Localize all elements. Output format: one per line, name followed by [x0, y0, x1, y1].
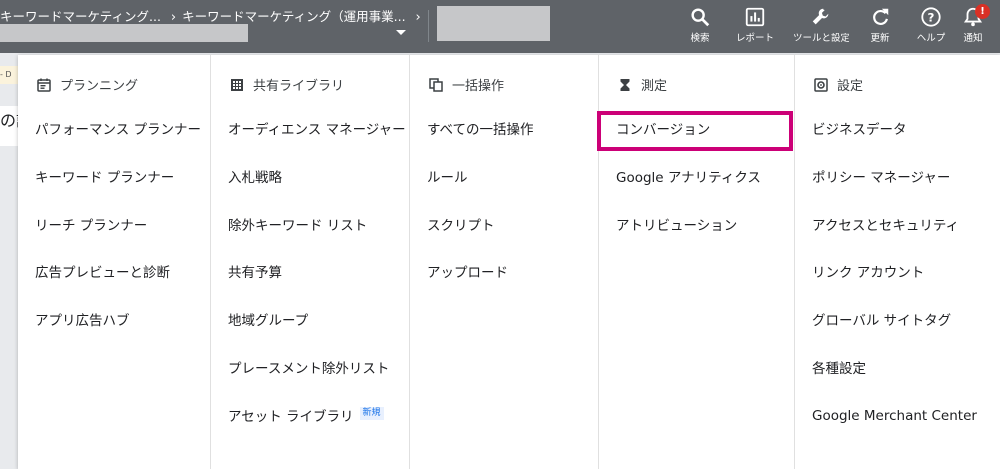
copy-icon: [429, 77, 443, 92]
calendar-icon: [37, 78, 51, 92]
reports-label: レポート: [735, 33, 774, 44]
refresh-label: 更新: [870, 33, 890, 44]
column-title: 設定: [837, 79, 864, 94]
notifications-label: 通知: [963, 33, 983, 44]
redacted-block: [437, 6, 550, 41]
column-title: プランニング: [60, 79, 139, 94]
top-bar: キーワードマーケティング... › キーワードマーケティング（運用事業... › 検索…: [0, 0, 1000, 53]
column-heading-shared-library: 共有ライブラリ: [229, 75, 344, 94]
menu-item-asset-library[interactable]: アセット ライブラリ 新規: [228, 407, 384, 426]
chevron-right-icon: ›: [415, 10, 421, 25]
menu-column-planning: プランニング パフォーマンス プランナー キーワード プランナー リーチ プラン…: [18, 55, 211, 469]
menu-item-preferences[interactable]: 各種設定: [812, 360, 866, 378]
menu-item-rules[interactable]: ルール: [427, 169, 468, 187]
grid-icon: [231, 78, 243, 91]
menu-item-location-groups[interactable]: 地域グループ: [228, 312, 308, 330]
menu-item-business-data[interactable]: ビジネスデータ: [812, 121, 907, 139]
menu-item-scripts[interactable]: スクリプト: [427, 217, 495, 235]
column-title: 共有ライブラリ: [253, 79, 345, 94]
column-heading-settings: 設定: [813, 75, 863, 94]
menu-column-settings: 設定 ビジネスデータ ポリシー マネージャー アクセスとセキュリティ リンク ア…: [795, 55, 1000, 469]
chevron-right-icon: ›: [170, 10, 177, 25]
menu-item-placement-exclusion-lists[interactable]: プレースメント除外リスト: [228, 360, 389, 378]
help-icon: ?: [921, 7, 941, 27]
column-heading-bulk-actions: 一括操作: [428, 75, 504, 94]
reports-button[interactable]: レポート: [727, 6, 783, 45]
tools-menu-panel: プランニング パフォーマンス プランナー キーワード プランナー リーチ プラン…: [18, 55, 1000, 469]
svg-text:?: ?: [928, 11, 935, 25]
tools-settings-label: ツールと設定: [793, 33, 849, 44]
menu-item-all-bulk-actions[interactable]: すべての一括操作: [427, 121, 534, 139]
new-badge: 新規: [359, 407, 384, 420]
asset-library-label: アセット ライブラリ: [228, 409, 354, 425]
search-label: 検索: [690, 33, 710, 44]
menu-item-google-merchant-center[interactable]: Google Merchant Center: [812, 407, 977, 425]
menu-item-audience-manager[interactable]: オーディエンス マネージャー: [228, 121, 406, 139]
account-dropdown-arrow-icon[interactable]: [396, 30, 406, 35]
menu-item-policy-manager[interactable]: ポリシー マネージャー: [812, 169, 950, 187]
search-button[interactable]: 検索: [672, 6, 728, 45]
refresh-button[interactable]: 更新: [852, 6, 908, 45]
menu-item-bid-strategies[interactable]: 入札戦略: [228, 169, 282, 187]
menu-item-keyword-planner[interactable]: キーワード プランナー: [35, 169, 174, 187]
underlying-chip: - D: [0, 66, 18, 84]
tools-settings-button[interactable]: ツールと設定: [793, 6, 849, 45]
column-title: 一括操作: [452, 79, 505, 94]
column-title: 測定: [641, 79, 668, 94]
breadcrumb-item-account[interactable]: キーワードマーケティング（運用事業...: [182, 6, 405, 25]
wrench-icon: [812, 8, 829, 25]
menu-item-attribution[interactable]: アトリビューション: [616, 217, 737, 235]
menu-item-uploads[interactable]: アップロード: [427, 264, 508, 282]
bar-chart-icon: [745, 7, 765, 27]
column-heading-planning: プランニング: [36, 75, 138, 94]
menu-item-linked-accounts[interactable]: リンク アカウント: [812, 264, 924, 282]
underlying-page-title: の設: [0, 106, 18, 146]
menu-item-performance-planner[interactable]: パフォーマンス プランナー: [35, 121, 201, 139]
breadcrumb-item-manager-account[interactable]: キーワードマーケティング...: [0, 6, 161, 25]
conversions-highlight-box: [597, 111, 793, 151]
menu-item-global-site-tag[interactable]: グローバル サイトタグ: [812, 312, 951, 330]
menu-item-app-ad-hub[interactable]: アプリ広告ハブ: [35, 312, 130, 330]
menu-item-google-analytics[interactable]: Google アナリティクス: [616, 169, 761, 187]
menu-item-access-security[interactable]: アクセスとセキュリティ: [812, 217, 959, 235]
menu-column-bulk-actions: 一括操作 すべての一括操作 ルール スクリプト アップロード: [410, 55, 599, 469]
menu-item-negative-keyword-lists[interactable]: 除外キーワード リスト: [228, 217, 367, 235]
breadcrumb: キーワードマーケティング... › キーワードマーケティング（運用事業... ›: [0, 6, 427, 25]
menu-item-reach-planner[interactable]: リーチ プランナー: [35, 217, 147, 235]
menu-item-ad-preview-diagnosis[interactable]: 広告プレビューと診断: [35, 264, 170, 282]
column-heading-measurement: 測定: [617, 75, 667, 94]
notifications-button[interactable]: 通知: [945, 6, 1000, 45]
toolbar-divider: [428, 10, 429, 42]
search-icon: [691, 8, 710, 27]
hourglass-icon: [620, 78, 630, 91]
settings-icon: [814, 77, 828, 92]
notification-alert-badge: !: [975, 4, 990, 19]
refresh-icon: [873, 8, 889, 25]
menu-column-shared-library: 共有ライブラリ オーディエンス マネージャー 入札戦略 除外キーワード リスト …: [211, 55, 410, 469]
menu-item-shared-budgets[interactable]: 共有予算: [228, 264, 282, 282]
account-id-redacted: [0, 24, 248, 42]
